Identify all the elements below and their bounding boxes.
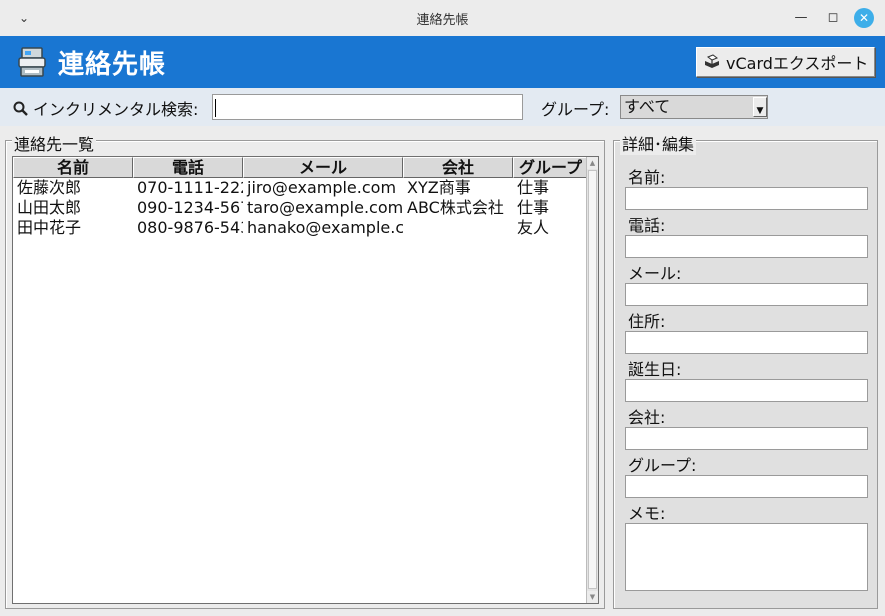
contact-list[interactable]: 名前 電話 メール 会社 グループ 佐藤次郎 070-1111-2222 jir… — [12, 156, 599, 604]
cell-phone: 080-9876-5432 — [137, 218, 243, 237]
cell-email: jiro@example.com — [247, 178, 397, 197]
maximize-button[interactable]: ◻ — [823, 8, 843, 28]
scroll-up-arrow-icon[interactable]: ▲ — [587, 157, 598, 169]
contact-list-panel: 連絡先一覧 名前 電話 メール 会社 グループ 佐藤次郎 070-1111-22… — [5, 131, 605, 609]
contact-rows: 佐藤次郎 070-1111-2222 jiro@example.com XYZ商… — [13, 178, 588, 238]
address-book-icon — [18, 47, 46, 77]
contact-list-legend: 連絡先一覧 — [12, 131, 97, 155]
table-row[interactable]: 山田太郎 090-1234-5678 taro@example.com ABC株… — [13, 198, 588, 218]
cell-company: XYZ商事 — [407, 178, 471, 197]
cell-email: taro@example.com — [247, 198, 403, 217]
email-field[interactable] — [625, 283, 868, 306]
group-filter-value: すべて — [624, 97, 671, 116]
group-filter-label: グループ: — [541, 100, 610, 119]
cell-name: 山田太郎 — [17, 198, 82, 217]
scroll-down-arrow-icon[interactable]: ▼ — [587, 591, 598, 603]
vcard-export-button[interactable]: vCardエクスポート — [696, 47, 875, 77]
company-field[interactable] — [625, 427, 868, 450]
group-field-label: グループ: — [628, 456, 697, 475]
column-header-company[interactable]: 会社 — [403, 157, 513, 178]
birthday-field-label: 誕生日: — [628, 360, 682, 379]
detail-edit-panel: 詳細･編集 名前: 電話: メール: 住所: 誕生日: 会社: グループ: メモ… — [613, 131, 878, 609]
name-field-label: 名前: — [628, 168, 666, 187]
phone-field[interactable] — [625, 235, 868, 258]
company-field-label: 会社: — [628, 408, 666, 427]
package-icon — [705, 54, 719, 68]
cell-group: 仕事 — [517, 178, 550, 197]
memo-field[interactable] — [625, 523, 868, 591]
memo-field-label: メモ: — [628, 504, 666, 523]
group-field[interactable] — [625, 475, 868, 498]
cell-name: 田中花子 — [17, 218, 82, 237]
scrollbar-thumb[interactable] — [588, 170, 597, 589]
vcard-export-label: vCardエクスポート — [726, 54, 869, 73]
detail-edit-legend: 詳細･編集 — [620, 131, 697, 155]
address-field-label: 住所: — [628, 312, 666, 331]
cell-name: 佐藤次郎 — [17, 178, 82, 197]
column-header-group[interactable]: グループ — [513, 157, 588, 178]
minimize-button[interactable]: — — [791, 8, 811, 28]
phone-field-label: 電話: — [628, 216, 666, 235]
cell-group: 友人 — [517, 218, 550, 237]
text-caret — [215, 99, 216, 117]
table-row[interactable]: 佐藤次郎 070-1111-2222 jiro@example.com XYZ商… — [13, 178, 588, 198]
column-header-name[interactable]: 名前 — [13, 157, 133, 178]
app-title: 連絡先帳 — [58, 50, 167, 80]
app-header: 連絡先帳 vCardエクスポート — [0, 36, 885, 88]
cell-phone: 070-1111-2222 — [137, 178, 243, 197]
birthday-field[interactable] — [625, 379, 868, 402]
name-field[interactable] — [625, 187, 868, 210]
close-button[interactable]: ✕ — [854, 8, 874, 28]
table-row[interactable]: 田中花子 080-9876-5432 hanako@example.com 友人 — [13, 218, 588, 238]
search-label-group: インクリメンタル検索: — [12, 96, 198, 120]
window-titlebar: ⌄ 連絡先帳 — ◻ ✕ — [0, 0, 885, 36]
column-header-phone[interactable]: 電話 — [133, 157, 243, 178]
window-title: 連絡先帳 — [416, 13, 469, 28]
column-header-email[interactable]: メール — [243, 157, 403, 178]
cell-email: hanako@example.com — [247, 218, 403, 237]
column-headers: 名前 電話 メール 会社 グループ — [13, 157, 588, 178]
dropdown-arrow-icon[interactable]: ▼ — [753, 97, 767, 117]
cell-group: 仕事 — [517, 198, 550, 217]
search-icon — [13, 101, 28, 116]
cell-company — [403, 218, 513, 238]
group-filter-select[interactable]: すべて ▼ — [620, 95, 768, 119]
cell-company: ABC株式会社 — [407, 198, 504, 217]
search-label: インクリメンタル検索: — [33, 100, 199, 119]
address-field[interactable] — [625, 331, 868, 354]
email-field-label: メール: — [628, 264, 682, 283]
search-input[interactable] — [212, 94, 523, 120]
cell-phone: 090-1234-5678 — [137, 198, 243, 217]
search-bar: インクリメンタル検索: グループ: すべて ▼ — [0, 88, 885, 126]
list-scrollbar[interactable]: ▲ ▼ — [586, 157, 598, 603]
